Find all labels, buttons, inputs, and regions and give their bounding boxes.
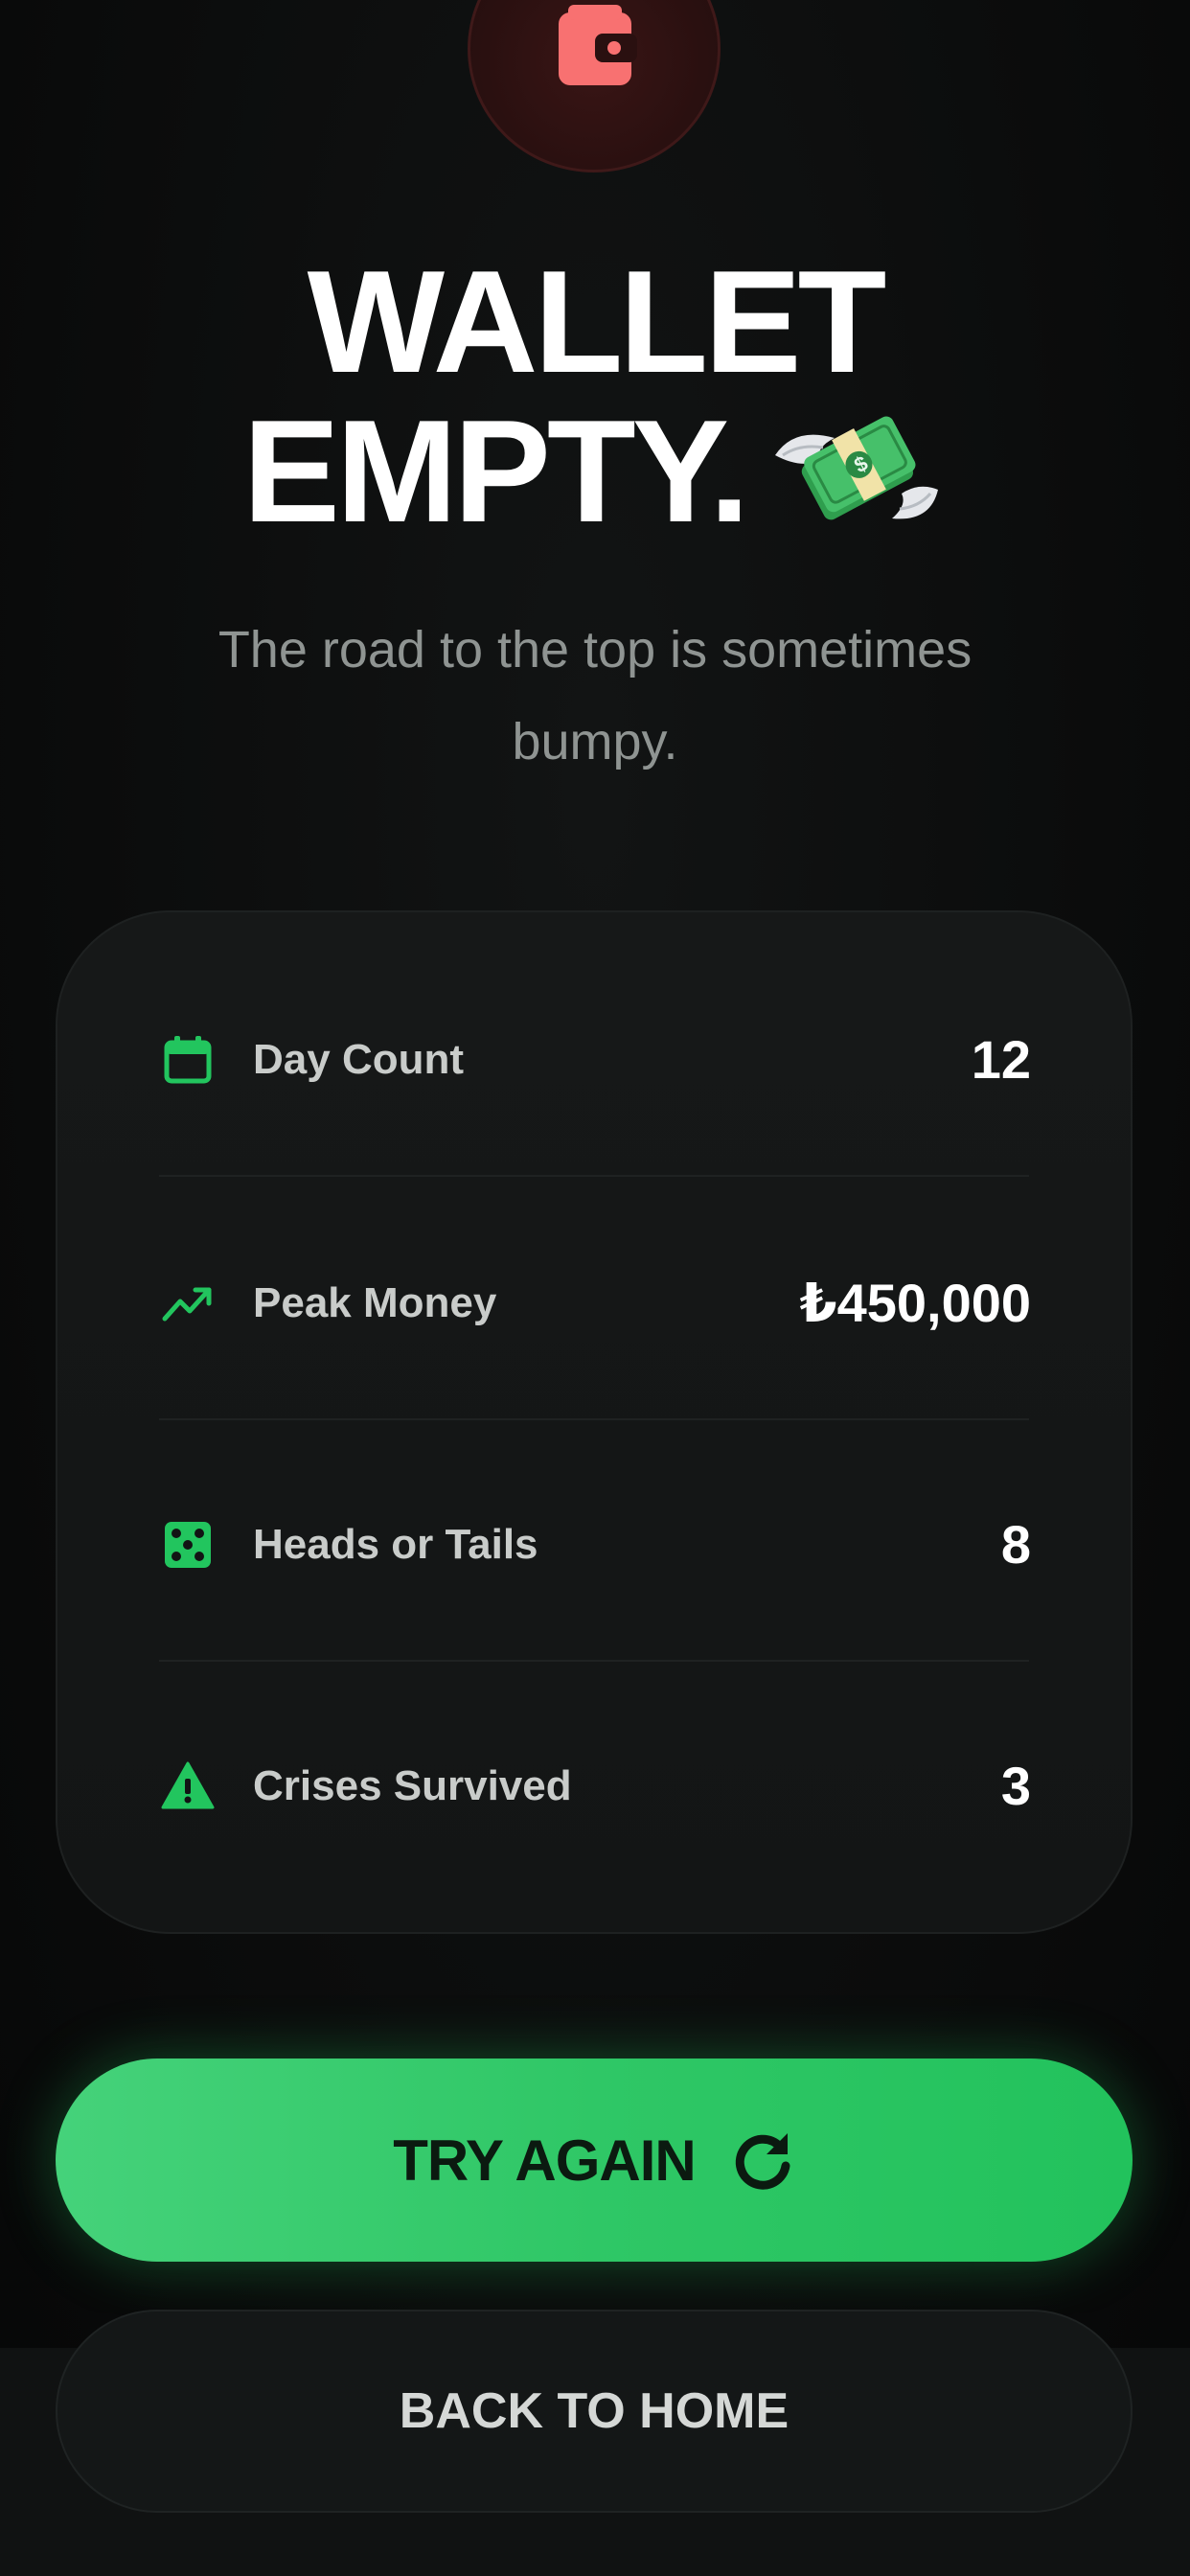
stat-label: Crises Survived [253, 1762, 572, 1809]
back-to-home-button[interactable]: BACK TO HOME [56, 2310, 1133, 2513]
subtitle: The road to the top is sometimes bumpy. [217, 621, 973, 770]
money-with-wings-emoji: $ [774, 416, 938, 520]
calendar-icon [164, 1036, 212, 1084]
page-title: WALLET EMPTY. $ [0, 247, 1190, 555]
stat-row-peak-money: Peak Money ₺450,000 [103, 1217, 1031, 1390]
divider [159, 1175, 1029, 1177]
stat-row-crises-survived: Crises Survived 3 [103, 1700, 1031, 1873]
divider [159, 1418, 1029, 1420]
wallet-icon [559, 5, 637, 85]
dice-icon [165, 1522, 211, 1568]
refresh-icon [735, 2133, 790, 2190]
title-line-2: EMPTY. $ [0, 397, 1190, 555]
divider [159, 1660, 1029, 1662]
stat-value: 12 [971, 1029, 1031, 1090]
stat-row-day-count: Day Count 12 [103, 974, 1031, 1146]
stat-row-heads-or-tails: Heads or Tails 8 [103, 1459, 1031, 1631]
back-to-home-label: BACK TO HOME [399, 2383, 790, 2439]
stat-value: 8 [1000, 1514, 1031, 1575]
title-line-1: WALLET [307, 241, 887, 403]
stat-label: Peak Money [253, 1279, 497, 1326]
stat-label: Heads or Tails [253, 1521, 538, 1568]
warning-icon [161, 1761, 215, 1809]
try-again-label: TRY AGAIN [393, 2128, 696, 2193]
stat-label: Day Count [253, 1036, 464, 1083]
trending-up-icon [162, 1287, 212, 1322]
title-line-2-text: EMPTY. [242, 390, 750, 553]
try-again-button[interactable]: TRY AGAIN [56, 2058, 1133, 2262]
stat-value: 3 [1000, 1756, 1031, 1816]
stat-value: ₺450,000 [799, 1273, 1031, 1333]
